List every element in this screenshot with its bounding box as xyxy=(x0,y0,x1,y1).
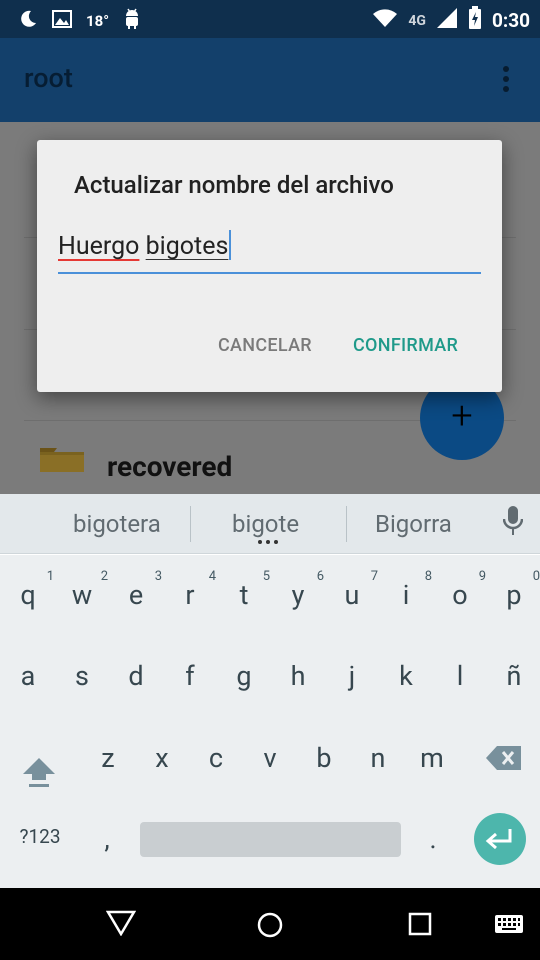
suggestion-divider xyxy=(190,506,191,542)
key-l[interactable]: l xyxy=(440,660,480,692)
key-h[interactable]: h xyxy=(278,660,318,692)
space-key[interactable] xyxy=(140,822,401,857)
moon-icon xyxy=(18,9,38,33)
navigation-bar xyxy=(0,888,540,960)
key-k[interactable]: k xyxy=(386,660,426,692)
dialog-title: Actualizar nombre del archivo xyxy=(74,171,394,199)
backspace-key[interactable] xyxy=(484,744,524,772)
signal-icon xyxy=(436,7,458,34)
confirm-button[interactable]: CONFIRMAR xyxy=(353,335,458,356)
key-d[interactable]: d xyxy=(116,660,156,692)
key-j[interactable]: j xyxy=(332,660,372,692)
key-t[interactable]: t5 xyxy=(224,569,270,611)
key-c[interactable]: c xyxy=(196,742,236,774)
folder-icon xyxy=(40,448,84,472)
key-label: o xyxy=(452,579,468,611)
text-cursor xyxy=(229,230,232,260)
android-icon xyxy=(123,8,141,34)
enter-key[interactable] xyxy=(474,813,526,865)
key-number-hint: 6 xyxy=(316,569,324,584)
key-label: e xyxy=(128,579,144,611)
shift-key[interactable] xyxy=(18,756,60,792)
key-ñ[interactable]: ñ xyxy=(494,660,534,692)
key-e[interactable]: e3 xyxy=(116,569,162,611)
key-s[interactable]: s xyxy=(62,660,102,692)
app-bar: root xyxy=(0,38,540,122)
key-o[interactable]: o9 xyxy=(440,569,486,611)
key-f[interactable]: f xyxy=(170,660,210,692)
more-vert-icon[interactable] xyxy=(502,66,510,92)
filename-input[interactable]: Huergo bigotes xyxy=(58,228,481,274)
enter-arrow-icon xyxy=(474,829,526,869)
key-label: y xyxy=(291,579,305,611)
key-label: q xyxy=(20,579,36,611)
key-number-hint: 1 xyxy=(46,569,54,584)
key-b[interactable]: b xyxy=(304,742,344,774)
input-word-misspelled: Huergo xyxy=(58,232,140,261)
key-label: p xyxy=(506,579,522,611)
period-key[interactable]: . xyxy=(418,823,448,855)
key-label: i xyxy=(402,579,410,611)
suggestion-strip: bigotera bigote Bigorra xyxy=(0,494,540,554)
temperature-text: 18° xyxy=(86,12,110,30)
key-v[interactable]: v xyxy=(250,742,290,774)
keyboard: ?123 , . q1w2e3r4t5y6u7i8o9p0asdfghjklñz… xyxy=(0,555,540,888)
key-number-hint: 2 xyxy=(100,569,108,584)
more-suggestions-dots[interactable] xyxy=(258,540,278,544)
back-icon[interactable] xyxy=(105,910,137,940)
key-number-hint: 8 xyxy=(424,569,432,584)
key-label: w xyxy=(71,579,93,611)
suggestion-left[interactable]: bigotera xyxy=(73,510,161,538)
backspace-icon xyxy=(485,746,523,779)
key-number-hint: 4 xyxy=(208,569,216,584)
recents-icon[interactable] xyxy=(408,912,432,940)
key-m[interactable]: m xyxy=(412,742,452,774)
key-r[interactable]: r4 xyxy=(170,569,216,611)
symbols-key[interactable]: ?123 xyxy=(4,825,76,848)
cancel-button[interactable]: CANCELAR xyxy=(218,335,312,356)
key-g[interactable]: g xyxy=(224,660,264,692)
key-label: r xyxy=(185,579,195,611)
key-x[interactable]: x xyxy=(142,742,182,774)
key-u[interactable]: u7 xyxy=(332,569,378,611)
clock: 0:30 xyxy=(491,9,530,32)
key-number-hint: 7 xyxy=(370,569,378,584)
suggestion-divider xyxy=(346,506,347,542)
key-number-hint: 3 xyxy=(154,569,162,584)
status-bar: 18° 4G 0:30 xyxy=(0,0,540,38)
image-icon xyxy=(52,10,72,32)
key-y[interactable]: y6 xyxy=(278,569,324,611)
key-i[interactable]: i8 xyxy=(386,569,432,611)
suggestion-center[interactable]: bigote xyxy=(232,510,299,538)
rename-dialog: Actualizar nombre del archivo Huergo big… xyxy=(37,140,502,392)
battery-charging-icon xyxy=(468,6,482,35)
shift-icon xyxy=(21,758,57,795)
keyboard-switch-icon[interactable] xyxy=(494,914,524,938)
folder-name[interactable]: recovered xyxy=(107,450,232,483)
wifi-icon xyxy=(372,8,398,33)
key-number-hint: 5 xyxy=(262,569,270,584)
suggestion-right[interactable]: Bigorra xyxy=(375,510,452,538)
network-type: 4G xyxy=(408,12,426,29)
app-title: root xyxy=(24,62,73,94)
plus-icon: + xyxy=(451,394,473,438)
comma-key[interactable]: , xyxy=(92,823,122,855)
key-label: t xyxy=(239,579,249,611)
key-a[interactable]: a xyxy=(8,660,48,692)
key-label: u xyxy=(344,579,360,611)
input-word-composing: bigotes xyxy=(145,232,229,261)
home-icon[interactable] xyxy=(257,912,283,942)
key-z[interactable]: z xyxy=(88,742,128,774)
key-number-hint: 9 xyxy=(478,569,486,584)
key-n[interactable]: n xyxy=(358,742,398,774)
mic-icon[interactable] xyxy=(502,506,524,536)
key-q[interactable]: q1 xyxy=(8,569,54,611)
key-w[interactable]: w2 xyxy=(62,569,108,611)
key-p[interactable]: p0 xyxy=(494,569,540,611)
key-number-hint: 0 xyxy=(532,569,540,584)
